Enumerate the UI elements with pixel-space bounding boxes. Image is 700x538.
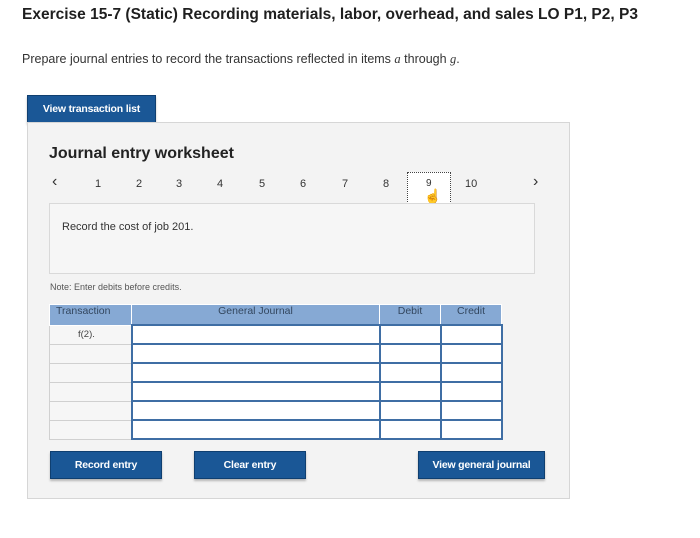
account-input[interactable] bbox=[130, 343, 381, 364]
header-credit: Credit bbox=[440, 304, 502, 326]
debit-credit-note: Note: Enter debits before credits. bbox=[50, 282, 182, 292]
page-4[interactable]: 4 bbox=[217, 178, 223, 190]
credit-input[interactable] bbox=[439, 381, 503, 402]
account-input[interactable] bbox=[130, 400, 381, 421]
chevron-left-icon[interactable]: ‹ bbox=[52, 173, 57, 191]
page-3[interactable]: 3 bbox=[176, 178, 182, 190]
table-header-row: Transaction General Journal Debit Credit bbox=[49, 304, 502, 326]
table-row bbox=[49, 381, 503, 402]
page-6[interactable]: 6 bbox=[300, 178, 306, 190]
table-row bbox=[49, 400, 503, 421]
transaction-description-box: Record the cost of job 201. bbox=[49, 203, 535, 274]
account-input[interactable] bbox=[130, 381, 381, 402]
page-7[interactable]: 7 bbox=[342, 178, 348, 190]
page-10[interactable]: 10 bbox=[465, 178, 477, 190]
debit-input[interactable] bbox=[378, 381, 442, 402]
account-input[interactable] bbox=[130, 362, 381, 383]
transaction-cell: f(2). bbox=[49, 324, 132, 345]
journal-entry-table: Transaction General Journal Debit Credit… bbox=[49, 304, 503, 440]
transaction-cell bbox=[49, 362, 132, 383]
transaction-cell bbox=[49, 381, 132, 402]
worksheet-title: Journal entry worksheet bbox=[49, 145, 234, 162]
debit-input[interactable] bbox=[378, 419, 442, 440]
debit-input[interactable] bbox=[378, 324, 442, 345]
header-debit: Debit bbox=[379, 304, 441, 326]
debit-input[interactable] bbox=[378, 362, 442, 383]
view-general-journal-button[interactable]: View general journal bbox=[418, 451, 545, 479]
transaction-cell bbox=[49, 400, 132, 421]
view-transaction-list-button[interactable]: View transaction list bbox=[27, 95, 156, 123]
credit-input[interactable] bbox=[439, 343, 503, 364]
header-general-journal: General Journal bbox=[131, 304, 380, 326]
transaction-cell bbox=[49, 343, 132, 364]
transaction-cell bbox=[49, 419, 132, 440]
table-row bbox=[49, 362, 503, 383]
credit-input[interactable] bbox=[439, 324, 503, 345]
table-row: f(2). bbox=[49, 324, 503, 345]
credit-input[interactable] bbox=[439, 362, 503, 383]
exercise-title: Exercise 15-7 (Static) Recording materia… bbox=[22, 6, 638, 23]
table-row bbox=[49, 343, 503, 364]
account-input[interactable] bbox=[130, 324, 381, 345]
credit-input[interactable] bbox=[439, 419, 503, 440]
transaction-description: Record the cost of job 201. bbox=[62, 221, 194, 233]
clear-entry-button[interactable]: Clear entry bbox=[194, 451, 306, 479]
record-entry-button[interactable]: Record entry bbox=[50, 451, 162, 479]
table-row bbox=[49, 419, 503, 440]
debit-input[interactable] bbox=[378, 343, 442, 364]
header-transaction: Transaction bbox=[49, 304, 132, 326]
debit-input[interactable] bbox=[378, 400, 442, 421]
account-input[interactable] bbox=[130, 419, 381, 440]
page-navigator: ‹ 1 2 3 4 5 6 7 8 9 10 › bbox=[48, 172, 553, 204]
instructions: Prepare journal entries to record the tr… bbox=[22, 52, 460, 66]
chevron-right-icon[interactable]: › bbox=[533, 173, 538, 191]
page-8[interactable]: 8 bbox=[383, 178, 389, 190]
page-1[interactable]: 1 bbox=[95, 178, 101, 190]
page-2[interactable]: 2 bbox=[136, 178, 142, 190]
credit-input[interactable] bbox=[439, 400, 503, 421]
page-5[interactable]: 5 bbox=[259, 178, 265, 190]
